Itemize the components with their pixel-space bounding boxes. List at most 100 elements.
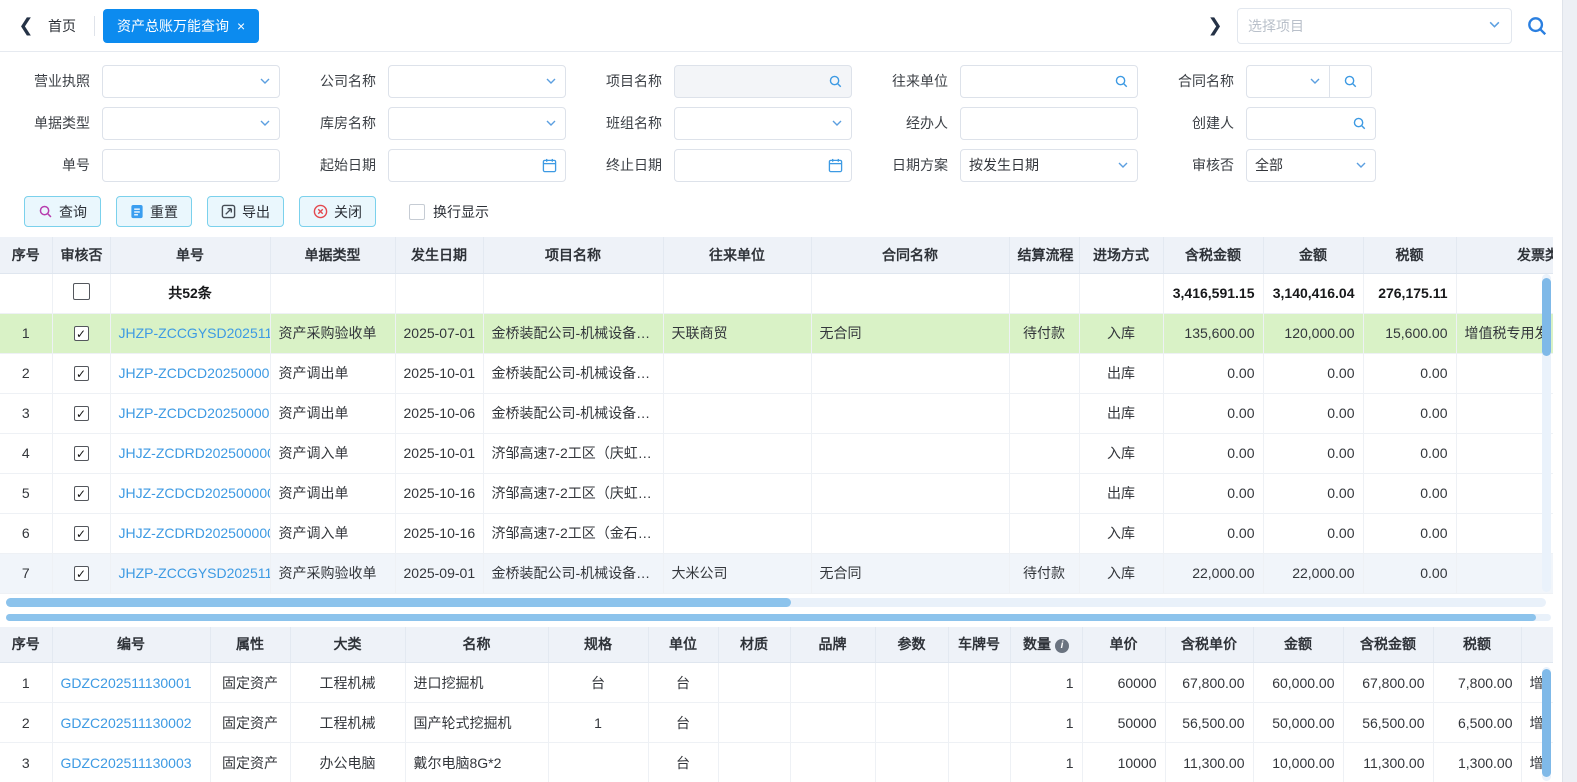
- tab-close-icon[interactable]: ×: [237, 18, 245, 34]
- column-header[interactable]: 品牌: [790, 627, 875, 663]
- doc-link[interactable]: JHZP-ZCDCD202500000: [119, 365, 271, 381]
- tab-home[interactable]: 首页: [38, 10, 86, 42]
- column-header[interactable]: 序号: [0, 237, 52, 273]
- doc-link[interactable]: JHZP-ZCDCD202500000: [119, 405, 271, 421]
- table-row[interactable]: 5✓JHJZ-ZCDCD202500000资产调出单2025-10-16济邹高速…: [0, 473, 1553, 513]
- reset-button[interactable]: 重置: [116, 196, 192, 227]
- tab-asset-ledger-query[interactable]: 资产总账万能查询 ×: [103, 9, 259, 43]
- column-header[interactable]: 金额: [1263, 237, 1363, 273]
- business-license-select[interactable]: [102, 65, 280, 98]
- column-header[interactable]: 材质: [718, 627, 790, 663]
- scrollbar-thumb[interactable]: [1542, 669, 1551, 777]
- row-checkbox[interactable]: ✓: [74, 486, 89, 501]
- wrap-display-checkbox[interactable]: 换行显示: [409, 202, 489, 222]
- column-header[interactable]: 单据类型: [270, 237, 395, 273]
- scrollbar-thumb[interactable]: [6, 598, 791, 607]
- column-header[interactable]: 大类: [290, 627, 405, 663]
- row-checkbox[interactable]: ✓: [74, 366, 89, 381]
- team-select[interactable]: [674, 107, 852, 140]
- column-header[interactable]: 单号: [110, 237, 270, 273]
- column-header[interactable]: 金额: [1253, 627, 1343, 663]
- column-header[interactable]: 名称: [405, 627, 548, 663]
- select-all-checkbox[interactable]: [73, 283, 90, 300]
- table-row[interactable]: 2GDZC202511130002固定资产工程机械国产轮式挖掘机1台150000…: [0, 703, 1553, 743]
- row-checkbox[interactable]: ✓: [74, 326, 89, 341]
- doc-link[interactable]: JHJZ-ZCDCD202500000: [119, 485, 271, 501]
- column-header[interactable]: 结算流程: [1009, 237, 1079, 273]
- column-header[interactable]: 数量i: [1010, 627, 1082, 663]
- table-row[interactable]: 4✓JHJZ-ZCDRD202500000资产调入单2025-10-01济邹高速…: [0, 433, 1553, 473]
- column-header[interactable]: 审核否: [52, 237, 110, 273]
- column-header[interactable]: 单价: [1082, 627, 1165, 663]
- filter-creator: 创建人: [1162, 107, 1376, 140]
- doc-no-input[interactable]: [102, 149, 280, 182]
- row-checkbox[interactable]: ✓: [74, 446, 89, 461]
- audit-status-select[interactable]: 全部: [1246, 149, 1376, 182]
- doc-link[interactable]: GDZC202511130002: [61, 715, 192, 731]
- table-row[interactable]: 1✓JHZP-ZCCGYSD2025111资产采购验收单2025-07-01金桥…: [0, 313, 1553, 353]
- column-header[interactable]: 单位: [648, 627, 718, 663]
- summary-cell: [811, 273, 1009, 313]
- column-header[interactable]: 属性: [210, 627, 290, 663]
- column-header[interactable]: 往来单位: [663, 237, 811, 273]
- column-header[interactable]: 车牌号: [948, 627, 1010, 663]
- column-header[interactable]: [1521, 627, 1553, 663]
- row-checkbox[interactable]: ✓: [74, 566, 89, 581]
- doc-link[interactable]: JHZP-ZCCGYSD2025111: [119, 565, 271, 581]
- date-scheme-select[interactable]: 按发生日期: [960, 149, 1138, 182]
- summary-cell: 276,175.11: [1363, 273, 1456, 313]
- start-date-input[interactable]: [388, 149, 566, 182]
- summary-cell: [0, 273, 52, 313]
- contract-name-select[interactable]: [1246, 65, 1330, 98]
- contract-search-button[interactable]: [1330, 65, 1372, 98]
- table-row[interactable]: 3✓JHZP-ZCDCD202500000资产调出单2025-10-06金桥装配…: [0, 393, 1553, 433]
- column-header[interactable]: 合同名称: [811, 237, 1009, 273]
- table-row[interactable]: 1GDZC202511130001固定资产工程机械进口挖掘机台台16000067…: [0, 663, 1553, 703]
- column-header[interactable]: 发票类: [1456, 237, 1553, 273]
- column-header[interactable]: 发生日期: [395, 237, 483, 273]
- doc-link[interactable]: GDZC202511130003: [61, 755, 192, 771]
- doc-link[interactable]: JHJZ-ZCDRD202500000: [119, 525, 271, 541]
- query-button[interactable]: 查询: [24, 196, 101, 227]
- search-icon[interactable]: [1526, 15, 1548, 37]
- column-header[interactable]: 编号: [52, 627, 210, 663]
- tabs-back-icon[interactable]: ❮: [14, 15, 38, 36]
- checkbox-icon[interactable]: [409, 204, 425, 220]
- scrollbar-thumb[interactable]: [6, 614, 1536, 621]
- table-row[interactable]: 7✓JHZP-ZCCGYSD2025111资产采购验收单2025-09-01金桥…: [0, 553, 1553, 593]
- column-header[interactable]: 参数: [875, 627, 948, 663]
- project-select[interactable]: 选择项目: [1237, 8, 1512, 44]
- column-header[interactable]: 含税金额: [1163, 237, 1263, 273]
- doc-type-select[interactable]: [102, 107, 280, 140]
- cell-type: 资产调入单: [270, 513, 395, 553]
- column-header[interactable]: 含税金额: [1343, 627, 1433, 663]
- table-row[interactable]: 2✓JHZP-ZCDCD202500000资产调出单2025-10-01金桥装配…: [0, 353, 1553, 393]
- search-icon: [828, 74, 843, 89]
- doc-link[interactable]: JHJZ-ZCDRD202500000: [119, 445, 271, 461]
- cell-tax: 1,300.00: [1433, 743, 1521, 782]
- column-header[interactable]: 规格: [548, 627, 648, 663]
- row-checkbox[interactable]: ✓: [74, 526, 89, 541]
- tabs-forward-icon[interactable]: ❯: [1203, 15, 1227, 36]
- company-name-select[interactable]: [388, 65, 566, 98]
- column-header[interactable]: 税额: [1363, 237, 1456, 273]
- doc-link[interactable]: GDZC202511130001: [61, 675, 192, 691]
- doc-link[interactable]: JHZP-ZCCGYSD2025111: [119, 325, 271, 341]
- table-row[interactable]: 6✓JHJZ-ZCDRD202500000资产调入单2025-10-16济邹高速…: [0, 513, 1553, 553]
- column-header[interactable]: 税额: [1433, 627, 1521, 663]
- end-date-input[interactable]: [674, 149, 852, 182]
- close-button[interactable]: 关闭: [299, 196, 376, 227]
- column-header[interactable]: 项目名称: [483, 237, 663, 273]
- warehouse-select[interactable]: [388, 107, 566, 140]
- project-name-input[interactable]: [674, 65, 852, 98]
- table-row[interactable]: 3GDZC202511130003固定资产办公电脑戴尔电脑8G*2台110000…: [0, 743, 1553, 782]
- scrollbar-thumb[interactable]: [1542, 278, 1551, 356]
- creator-input[interactable]: [1246, 107, 1376, 140]
- column-header[interactable]: 含税单价: [1165, 627, 1253, 663]
- column-header[interactable]: 序号: [0, 627, 52, 663]
- column-header[interactable]: 进场方式: [1079, 237, 1163, 273]
- export-button[interactable]: 导出: [207, 196, 284, 227]
- handler-input[interactable]: [960, 107, 1138, 140]
- counterparty-input[interactable]: [960, 65, 1138, 98]
- row-checkbox[interactable]: ✓: [74, 406, 89, 421]
